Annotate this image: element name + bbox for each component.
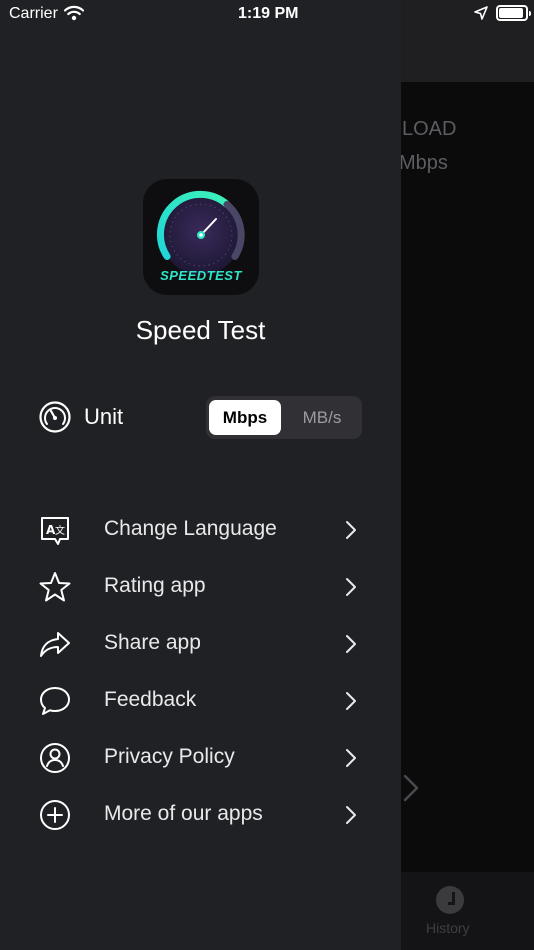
share-icon <box>40 632 70 657</box>
background-unit-label: Mbps <box>399 152 448 174</box>
location-arrow-icon <box>474 6 488 20</box>
unit-segmented-control[interactable]: Mbps MB/s <box>206 396 362 439</box>
app-logo-text: SPEEDTEST <box>160 268 242 283</box>
carrier-label: Carrier <box>9 5 58 22</box>
menu-item-change-language[interactable]: A 文 Change Language <box>0 501 401 557</box>
menu-label: Privacy Policy <box>104 745 235 768</box>
status-bar: Carrier 1:19 PM <box>0 0 534 28</box>
chevron-right-icon <box>403 774 419 802</box>
chevron-right-icon <box>346 578 356 596</box>
side-drawer: SPEEDTEST Speed Test Unit Mbps MB/s A 文 … <box>0 0 401 950</box>
menu-label: Feedback <box>104 688 197 711</box>
background-download-label: LOAD <box>402 118 457 140</box>
plus-circle-icon <box>40 800 70 830</box>
background-content[interactable] <box>400 82 534 872</box>
clock-icon <box>436 886 464 914</box>
menu-item-more-apps[interactable]: More of our apps <box>0 786 401 842</box>
wifi-icon <box>64 5 84 21</box>
menu-item-share-app[interactable]: Share app <box>0 615 401 671</box>
unit-option-mbs[interactable]: MB/s <box>286 400 358 435</box>
chevron-right-icon <box>346 521 356 539</box>
chevron-right-icon <box>346 749 356 767</box>
background-tabbar <box>400 872 534 950</box>
menu-item-feedback[interactable]: Feedback <box>0 672 401 728</box>
menu-label: Rating app <box>104 574 206 597</box>
battery-icon <box>496 5 531 21</box>
tab-history[interactable]: History <box>426 920 470 936</box>
chevron-right-icon <box>346 692 356 710</box>
unit-label: Unit <box>84 404 124 429</box>
menu-label: Change Language <box>104 517 277 540</box>
app-title: Speed Test <box>135 315 266 345</box>
menu-item-rating-app[interactable]: Rating app <box>0 558 401 614</box>
unit-option-mbps[interactable]: Mbps <box>209 400 281 435</box>
user-circle-icon <box>40 743 70 773</box>
svg-text:文: 文 <box>55 524 65 537</box>
chevron-right-icon <box>346 806 356 824</box>
chat-bubble-icon <box>40 687 70 715</box>
status-time: 1:19 PM <box>238 5 299 22</box>
translate-icon: A 文 <box>41 517 69 545</box>
menu-label: Share app <box>104 631 201 654</box>
menu-label: More of our apps <box>104 802 263 825</box>
gauge-icon <box>39 401 71 433</box>
app-logo: SPEEDTEST <box>143 179 259 295</box>
menu-item-privacy-policy[interactable]: Privacy Policy <box>0 729 401 785</box>
star-icon <box>39 572 71 602</box>
chevron-right-icon <box>346 635 356 653</box>
